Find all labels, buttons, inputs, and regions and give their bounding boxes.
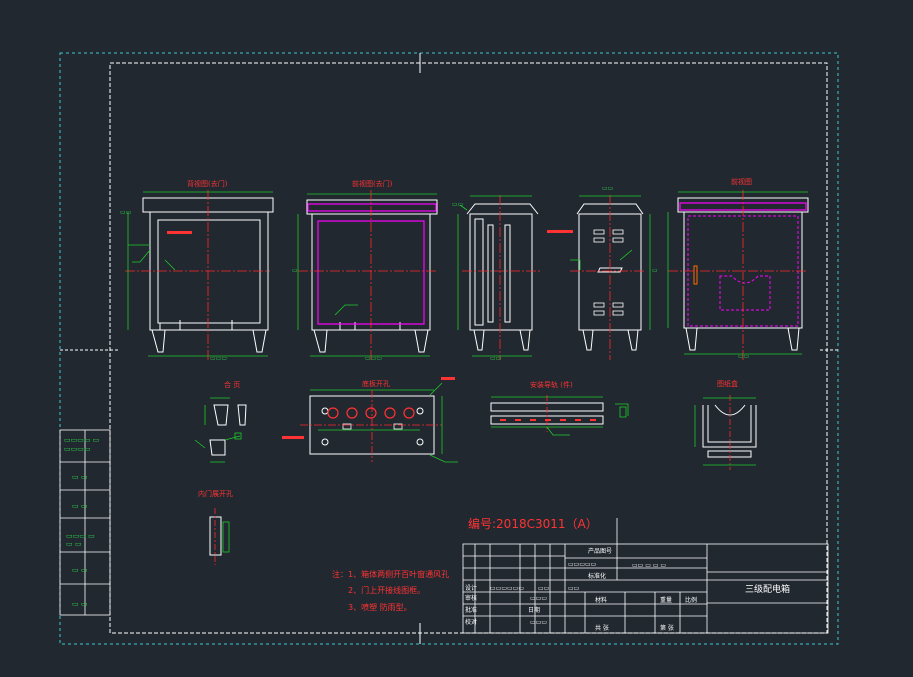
svg-text:标准化: 标准化 — [588, 572, 606, 580]
outer-frame — [59, 52, 839, 645]
view-mount-rail: 安装导轨 (件) — [490, 380, 629, 436]
svg-text:▭▭: ▭▭ — [490, 355, 501, 362]
svg-text:第 张: 第 张 — [660, 624, 674, 632]
svg-text:▭ ▭: ▭ ▭ — [72, 502, 87, 510]
svg-text:▭▭: ▭▭ — [452, 201, 463, 208]
drawing-number: 编号:2018C3011（A） — [468, 516, 598, 531]
view-hinge: 合 页 — [194, 380, 247, 463]
cad-drawing-canvas[interactable]: ▭▭▭▭ ▭ ▭▭▭▭ ▭ ▭ ▭ ▭ ▭▭▭ ▭ ▭ ▭ ▭ ▭ ▭ ▭ 背视图(… — [0, 0, 913, 673]
svg-text:▭▭▭: ▭▭▭ — [530, 619, 547, 626]
view-bottom-plate: 底板开孔 — [282, 377, 458, 463]
svg-text:批准: 批准 — [465, 606, 477, 614]
svg-text:日期: 日期 — [528, 606, 540, 614]
svg-text:▭ ▭: ▭ ▭ — [72, 600, 87, 608]
svg-text:▭ ▭: ▭ ▭ — [72, 473, 87, 481]
svg-text:材料: 材料 — [595, 596, 607, 604]
view-front-closed: 前视图(去门) ▭▭▭ ▭ — [292, 179, 438, 362]
svg-text:设计: 设计 — [465, 584, 477, 592]
view-side: ▭▭ ▭▭ — [452, 195, 540, 362]
view-title-back: 前视图 — [731, 177, 752, 186]
view-front-open: 背视图(去门) ▭▭ ▭▭▭ — [120, 179, 274, 362]
view-drawing-box: 图纸盒 — [694, 379, 757, 470]
svg-text:▭▭▭ ▭: ▭▭▭ ▭ — [66, 532, 95, 540]
svg-text:▭▭▭▭▭▭: ▭▭▭▭▭▭ — [490, 585, 524, 592]
svg-text:▭▭: ▭▭ — [120, 209, 131, 216]
svg-text:▭: ▭ — [652, 267, 658, 274]
svg-text:产品图号: 产品图号 — [588, 547, 612, 555]
cad-drawing: ▭▭▭▭ ▭▭▭▭▭ ▭ ▭ ▭ ▭ ▭▭▭ ▭▭ ▭ ▭ ▭ ▭ ▭ 背视图(… — [59, 52, 839, 645]
svg-text:▭▭▭▭▭: ▭▭▭▭▭ — [568, 561, 596, 568]
svg-text:重量: 重量 — [660, 596, 672, 604]
left-revision-block — [59, 429, 111, 616]
svg-text:▭: ▭ — [292, 267, 298, 274]
svg-text:▭▭▭: ▭▭▭ — [210, 355, 227, 362]
view-left-louvers: ▭▭ ▭ — [547, 185, 658, 360]
note-line-3: 3、喷塑 防雨型。 — [348, 602, 412, 612]
view-inner-door: 内门展开孔 — [198, 489, 233, 565]
view-title-bottom-plate: 底板开孔 — [362, 379, 390, 388]
svg-text:▭▭▭: ▭▭▭ — [365, 355, 382, 362]
view-title-inner-door: 内门展开孔 — [198, 489, 233, 498]
svg-text:▭▭: ▭▭ — [738, 353, 749, 360]
view-title-drawing-box: 图纸盒 — [717, 379, 738, 388]
svg-text:▭▭▭: ▭▭▭ — [530, 595, 547, 602]
svg-text:▭▭ ▭ ▭ ▭: ▭▭ ▭ ▭ ▭ — [632, 562, 666, 569]
svg-text:▭ ▭: ▭ ▭ — [72, 566, 87, 574]
drawing-border — [109, 62, 828, 634]
notes: 注：1、箱体两侧开百叶窗通风孔 2、门上开接线图框。 3、喷塑 防雨型。 — [332, 569, 449, 612]
svg-text:▭▭: ▭▭ — [602, 185, 613, 192]
view-title-mount-rail: 安装导轨 (件) — [530, 380, 573, 389]
note-line-2: 2、门上开接线图框。 — [348, 585, 425, 595]
svg-text:审核: 审核 — [465, 594, 477, 602]
svg-text:▭▭: ▭▭ — [538, 585, 549, 592]
svg-text:▭▭▭▭: ▭▭▭▭ — [64, 445, 90, 453]
svg-text:共 张: 共 张 — [595, 624, 609, 632]
view-title-front-closed: 前视图(去门) — [352, 179, 393, 188]
svg-text:▭▭: ▭▭ — [568, 585, 579, 592]
view-title-front-open: 背视图(去门) — [187, 179, 228, 188]
svg-text:▭▭▭▭ ▭: ▭▭▭▭ ▭ — [64, 436, 99, 444]
view-back: 前视图 ▭▭ — [667, 177, 809, 360]
note-line-1: 注：1、箱体两侧开百叶窗通风孔 — [332, 569, 449, 579]
svg-text:校对: 校对 — [465, 618, 477, 626]
title-block-name: 三级配电箱 — [745, 583, 790, 595]
svg-text:▭ ▭: ▭ ▭ — [66, 540, 81, 548]
svg-text:比例: 比例 — [685, 596, 697, 604]
view-title-hinge: 合 页 — [224, 380, 240, 389]
